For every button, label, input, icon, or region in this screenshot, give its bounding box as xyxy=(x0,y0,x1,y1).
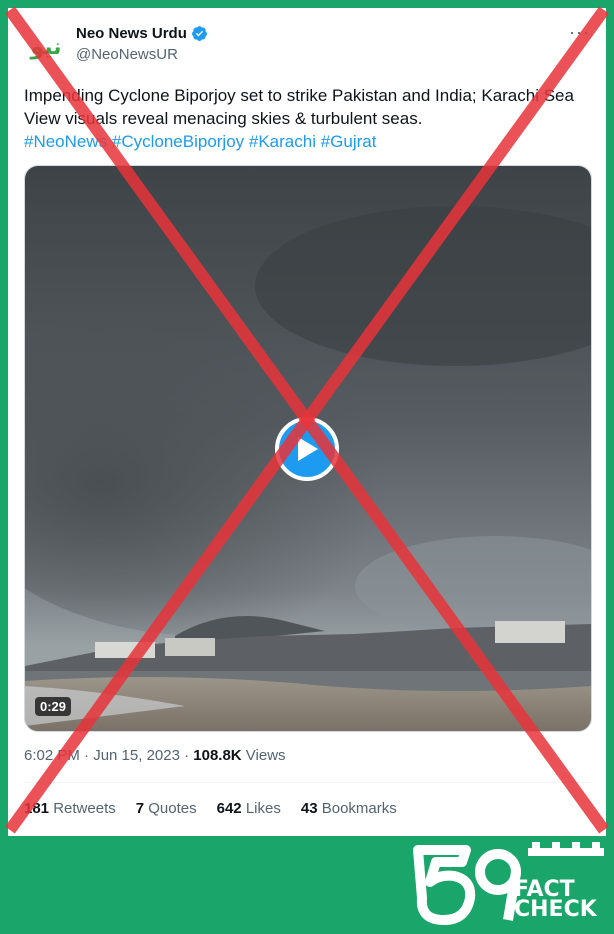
bookmarks-stat[interactable]: 43 Bookmarks xyxy=(301,800,397,817)
avatar-logo-text: نیو xyxy=(30,34,63,60)
avatar[interactable]: نیو xyxy=(24,25,68,69)
retweets-stat[interactable]: 181 Retweets xyxy=(24,800,116,817)
engagement-stats: 181 Retweets 7 Quotes 642 Likes 43 Bookm… xyxy=(24,800,397,817)
likes-stat[interactable]: 642 Likes xyxy=(217,800,281,817)
views-label: Views xyxy=(241,747,286,764)
author-name[interactable]: Neo News Urdu xyxy=(76,25,187,42)
tweet-meta: 6:02 PM · Jun 15, 2023 · 108.8K Views xyxy=(24,747,286,764)
video-duration: 0:29 xyxy=(35,697,72,716)
play-icon xyxy=(298,437,318,461)
play-button[interactable] xyxy=(275,417,339,481)
tweet-card: نیو Neo News Urdu @NeoNewsUR ··· Impendi… xyxy=(8,8,606,836)
quotes-stat[interactable]: 7 Quotes xyxy=(136,800,197,817)
more-icon[interactable]: ··· xyxy=(569,22,590,43)
divider xyxy=(24,782,590,783)
tweet-text: Impending Cyclone Biporjoy set to strike… xyxy=(24,84,594,153)
timestamp[interactable]: 6:02 PM · Jun 15, 2023 · xyxy=(24,747,193,764)
verified-badge-icon xyxy=(191,26,207,41)
author-handle[interactable]: @NeoNewsUR xyxy=(76,46,178,63)
fact-check-label: FACT CHECK xyxy=(514,877,597,922)
author-row[interactable]: Neo News Urdu xyxy=(76,25,208,42)
tweet-body: Impending Cyclone Biporjoy set to strike… xyxy=(24,86,574,128)
views-count: 108.8K xyxy=(193,747,242,764)
hashtags[interactable]: #NeoNews #CycloneBiporjoy #Karachi #Gujr… xyxy=(24,132,376,151)
video-player[interactable]: 0:29 xyxy=(24,165,592,732)
